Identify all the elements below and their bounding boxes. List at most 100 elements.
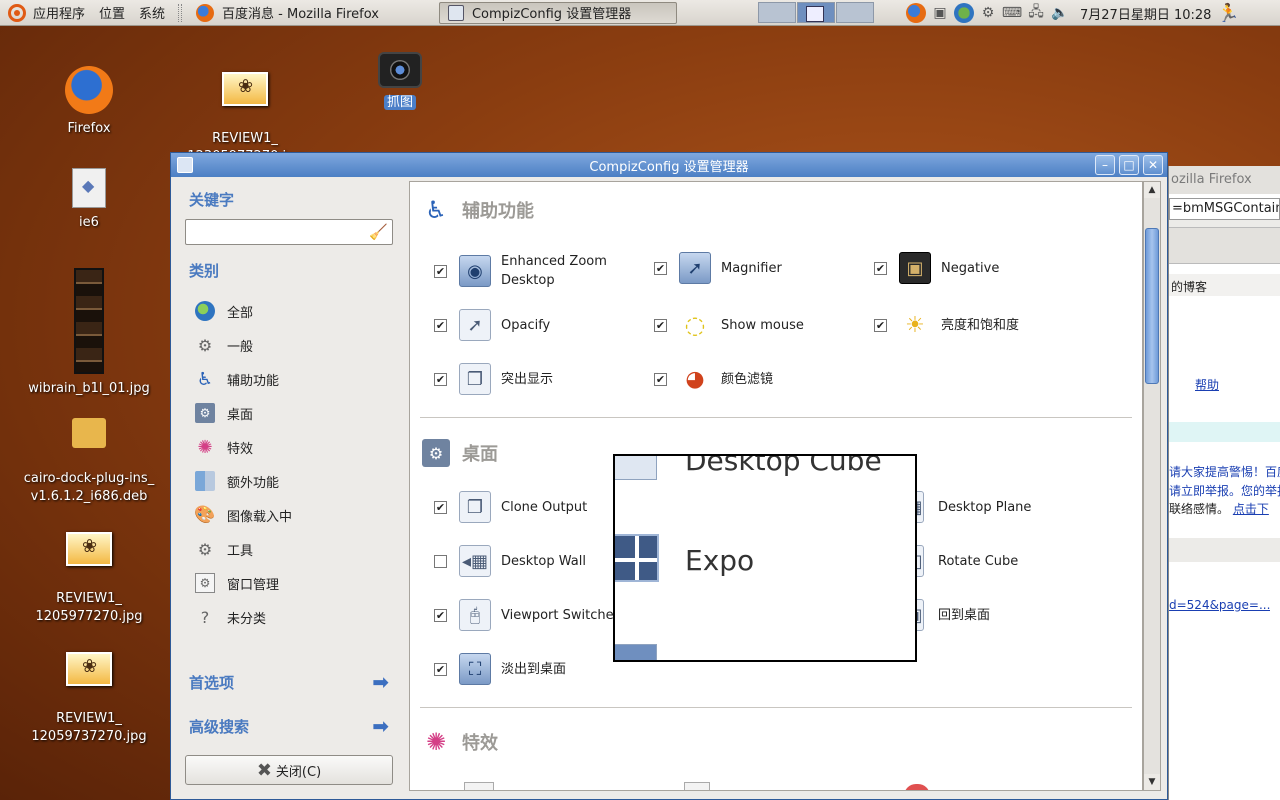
plugin-label: 颜色滤镜 [721,371,774,387]
workspace-1[interactable] [758,2,796,23]
plugin-checkbox[interactable]: ✔ [434,608,447,622]
plugin-rotate-cube[interactable]: ◧ Rotate Cube [904,545,1018,577]
volume-icon[interactable]: 🔈 [1050,3,1070,23]
zoomed-desktop-cube-label: Desktop Cube [685,454,882,477]
workspace-2[interactable] [797,2,835,23]
notice-line-2: 请立即举报。您的举报 [1169,484,1280,498]
network-icon[interactable]: 🖧 [1026,3,1046,23]
ubuntu-logo-icon[interactable] [8,3,26,22]
negative-icon: ▣ [899,252,931,284]
desktop-icon-review-jpg-3[interactable]: REVIEW1_ 12059737270.jpg [28,634,150,764]
network-globe-icon[interactable] [954,3,974,23]
plugin-checkbox[interactable]: ✔ [434,264,447,278]
desktop-icon-cairo-dock-deb[interactable]: cairo-dock-plug-ins_ v1.6.1.2_i686.deb [18,400,160,524]
firefox-url-bar[interactable]: =bmMSGContaine [1169,198,1280,220]
plugin-brightness-saturation[interactable]: ✔ ☀ 亮度和饱和度 [874,309,1019,341]
plugin-checkbox[interactable]: ✔ [874,318,887,332]
magnifier-icon: ➚ [679,252,711,284]
plugin-viewport-switcher[interactable]: ✔ 🖰 Viewport Switcher [434,599,619,631]
desktop-icon-firefox[interactable]: Firefox [52,66,126,138]
preferences-link[interactable]: 首选项 ➡ [189,670,389,694]
menu-applications[interactable]: 应用程序 [26,3,92,22]
desktop-icon-label: ie6 [79,215,99,230]
click-link[interactable]: 点击下 [1233,502,1269,516]
task-ccsm-label: CompizConfig 设置管理器 [471,7,632,22]
close-window-button[interactable]: ✕ [1143,155,1163,175]
plugin-magnifier[interactable]: ✔ ➚ Magnifier [654,252,782,284]
plugin-checkbox[interactable]: ✔ [874,261,887,275]
scrollbar-thumb[interactable] [1145,228,1159,384]
keyboard-icon[interactable]: ⌨ [1002,3,1022,23]
plugin-enhanced-zoom[interactable]: ✔ ◉ Enhanced Zoom Desktop [434,252,607,290]
maximize-button[interactable]: □ [1119,155,1139,175]
category-accessibility[interactable]: ♿ 辅助功能 [195,366,279,392]
desktop-icon-ie6[interactable]: ie6 [60,168,118,232]
plugin-clone-output[interactable]: ✔ ❐ Clone Output [434,491,587,523]
category-image-loading[interactable]: 🎨 图像载入中 [194,502,292,528]
screenshot-launcher-icon[interactable]: ▣ [930,3,950,23]
plugin-checkbox[interactable]: ✔ [434,318,447,332]
minimize-button[interactable]: – [1095,155,1115,175]
plugin-checkbox[interactable]: ✔ [654,318,667,332]
plugin-negative[interactable]: ✔ ▣ Negative [874,252,999,284]
background-firefox-window[interactable]: ozilla Firefox =bmMSGContaine 的博客 帮助 请大家… [1168,166,1280,800]
task-firefox[interactable]: 百度消息 - Mozilla Firefox [188,2,387,24]
plugin-checkbox[interactable]: ✔ [434,372,447,386]
clock[interactable]: 7月27日星期日 10:28 [1080,4,1211,23]
group-title: 桌面 [462,444,498,465]
plugin-checkbox[interactable] [434,554,447,568]
advanced-search-link[interactable]: 高级搜索 ➡ [189,714,389,738]
page-link[interactable]: d=524&page=... [1169,598,1270,612]
content-scrollbar[interactable]: ▲ ▼ [1143,181,1161,791]
plugin-fade-to-desktop[interactable]: ✔ ⛶ 淡出到桌面 [434,653,566,685]
category-window-management[interactable]: ⚙ 窗口管理 [195,570,279,596]
menu-system[interactable]: 系统 [132,3,172,22]
category-general[interactable]: ⚙ 一般 [195,332,253,358]
group-desktop-header: ⚙ 桌面 [422,439,498,467]
window-icon[interactable] [177,157,193,173]
extras-icon [195,471,215,491]
desktop-icon-screenshot[interactable]: 抓图 [370,52,430,112]
plugin-desktop-wall[interactable]: ◂▦ Desktop Wall [434,545,586,577]
scroll-up-button[interactable]: ▲ [1144,182,1160,198]
firefox-launcher-icon[interactable] [906,3,926,23]
plugin-checkbox[interactable]: ✔ [654,261,667,275]
category-extras[interactable]: 额外功能 [195,468,279,494]
plugin-highlight[interactable]: ✔ ❐ 突出显示 [434,363,553,395]
task-ccsm[interactable]: CompizConfig 设置管理器 [438,1,677,24]
plugin-show-mouse[interactable]: ✔ ◌ Show mouse [654,309,804,341]
plugin-label: Opacify [501,317,551,333]
desktop-icon-review-jpg-2[interactable]: REVIEW1_ 1205977270.jpg [30,514,148,644]
firefox-toolbar: =bmMSGContaine [1169,198,1280,228]
category-effects[interactable]: ✺ 特效 [195,434,253,460]
plugin-checkbox[interactable]: ✔ [434,500,447,514]
workspace-3[interactable] [836,2,874,23]
workspace-switcher[interactable] [758,2,875,23]
category-tools[interactable]: ⚙ 工具 [195,536,253,562]
plugin-desktop-plane[interactable]: ▦ Desktop Plane [904,491,1031,523]
firefox-tab[interactable]: 的博客 [1169,274,1280,296]
plugin-checkbox[interactable]: ✔ [654,372,667,386]
plugin-checkbox[interactable]: ✔ [434,662,447,676]
search-input[interactable]: 🧹 [185,219,393,245]
help-link[interactable]: 帮助 [1195,376,1219,393]
window-titlebar[interactable]: CompizConfig 设置管理器 – □ ✕ [171,153,1167,177]
desktop-icon-wibrain-jpg[interactable]: wibrain_b1l_01.jpg [20,268,158,398]
run-icon[interactable]: 🏃 [1217,3,1239,24]
category-all[interactable]: 全部 [195,298,253,324]
clear-search-icon[interactable]: 🧹 [369,223,388,241]
category-uncategorized[interactable]: ? 未分类 [195,604,266,630]
plugin-color-filter[interactable]: ✔ ◕ 颜色滤镜 [654,363,773,395]
gray-band [1169,538,1280,562]
menu-places[interactable]: 位置 [92,3,132,22]
group-title: 特效 [462,733,498,754]
group-separator [420,707,1132,708]
category-label: 未分类 [227,611,267,627]
category-label: 额外功能 [227,475,280,491]
settings-gear-icon[interactable]: ⚙ [978,3,998,23]
category-desktop[interactable]: ⚙ 桌面 [195,400,253,426]
plugin-opacify[interactable]: ✔ ➚ Opacify [434,309,550,341]
close-button[interactable]: ✖ 关闭(C) [185,755,393,785]
window-management-icon: ⚙ [195,573,215,593]
scroll-down-button[interactable]: ▼ [1144,774,1160,790]
